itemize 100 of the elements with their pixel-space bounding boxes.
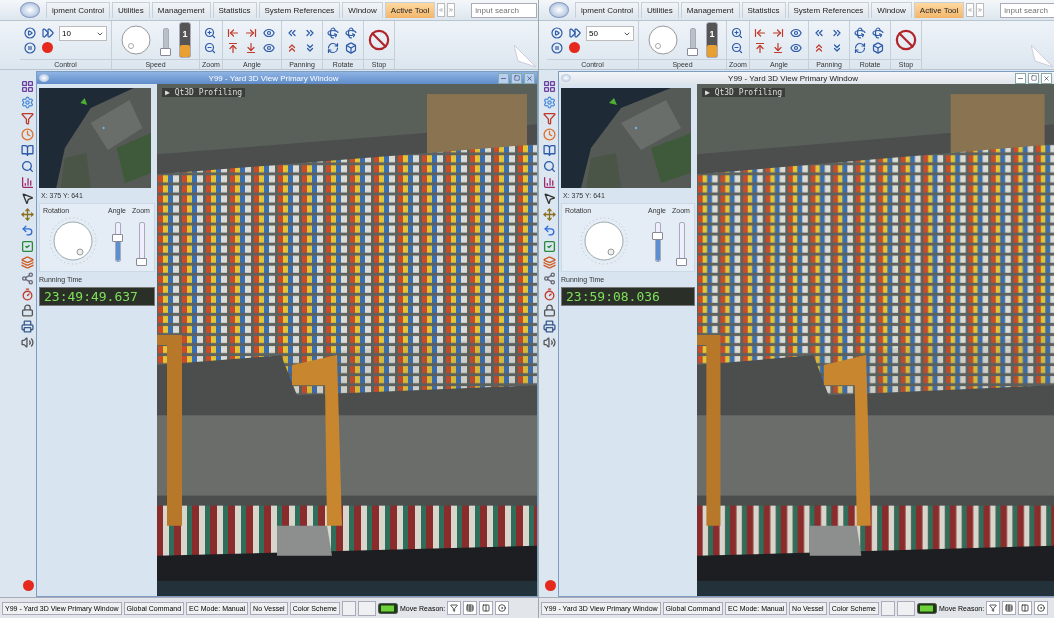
menu-tab[interactable]: Utilities xyxy=(112,2,150,18)
menu-tab[interactable]: Statistics xyxy=(212,2,257,18)
close-button[interactable] xyxy=(524,72,535,84)
speed-select[interactable]: 50 xyxy=(586,26,634,41)
lock-icon[interactable] xyxy=(21,304,34,317)
search-field[interactable]: input search xyxy=(1000,2,1054,18)
record-icon[interactable] xyxy=(569,41,580,53)
eye-icon[interactable] xyxy=(790,26,802,39)
stop-icon[interactable] xyxy=(368,29,390,51)
arrow-right-icon[interactable] xyxy=(245,26,257,39)
filter-button[interactable] xyxy=(447,601,462,615)
timer-icon[interactable] xyxy=(543,288,556,301)
filter-icon[interactable] xyxy=(543,112,556,125)
layers-icon[interactable] xyxy=(21,256,34,269)
menu-tab[interactable]: Active Tool xyxy=(384,2,436,18)
slider-thumb[interactable] xyxy=(111,234,123,242)
clock-icon[interactable] xyxy=(21,128,34,141)
menu-tab[interactable]: ipment Control xyxy=(46,2,111,18)
menu-tab[interactable]: Statistics xyxy=(741,2,786,18)
printer-icon[interactable] xyxy=(543,320,556,333)
check-icon[interactable] xyxy=(543,240,556,253)
slider-thumb[interactable] xyxy=(651,232,663,240)
minimize-button[interactable] xyxy=(498,72,509,84)
cube-icon[interactable] xyxy=(872,41,884,54)
close-button[interactable] xyxy=(1041,72,1052,84)
arrow-left-icon[interactable] xyxy=(227,26,239,39)
bar-chart-icon[interactable] xyxy=(543,176,556,189)
rotate-3d-icon[interactable] xyxy=(345,26,357,39)
chevrons-down-icon[interactable] xyxy=(304,41,316,54)
menu-tab[interactable]: Window xyxy=(342,2,383,18)
minimize-button[interactable] xyxy=(1015,72,1026,84)
layers-icon[interactable] xyxy=(543,256,556,269)
menu-tab[interactable]: Utilities xyxy=(641,2,679,18)
search-icon[interactable] xyxy=(543,160,556,173)
pause-icon[interactable] xyxy=(551,41,563,54)
profiling-overlay[interactable]: ▶ Qt3D Profiling xyxy=(162,88,246,97)
undo-icon[interactable] xyxy=(21,224,34,237)
slider-thumb[interactable] xyxy=(135,258,147,266)
profiling-overlay[interactable]: ▶ Qt3D Profiling xyxy=(702,88,786,97)
pause-icon[interactable] xyxy=(24,41,36,54)
slider-thumb[interactable] xyxy=(160,48,171,56)
table-button[interactable] xyxy=(463,601,478,615)
arrow-up-icon[interactable] xyxy=(754,41,766,54)
status-dot-icon[interactable] xyxy=(23,580,34,591)
chevrons-down-icon[interactable] xyxy=(831,41,843,54)
arrow-down-icon[interactable] xyxy=(245,41,257,54)
grid-icon[interactable] xyxy=(543,80,556,93)
undo-icon[interactable] xyxy=(543,224,556,237)
book-icon[interactable] xyxy=(543,144,556,157)
eye-icon[interactable] xyxy=(790,41,802,54)
eye-icon[interactable] xyxy=(263,41,275,54)
speaker-icon[interactable] xyxy=(543,336,556,349)
record-icon[interactable] xyxy=(42,41,53,53)
printer-icon[interactable] xyxy=(21,320,34,333)
slider-thumb[interactable] xyxy=(675,258,687,266)
columns-button[interactable] xyxy=(479,601,494,615)
bar-chart-icon[interactable] xyxy=(21,176,34,189)
zoom-in-icon[interactable] xyxy=(731,26,743,39)
filter-icon[interactable] xyxy=(21,112,34,125)
menu-tab[interactable]: System References xyxy=(787,2,870,18)
pointer-icon[interactable] xyxy=(543,192,556,205)
share-icon[interactable] xyxy=(21,272,34,285)
rotate-3d-icon[interactable] xyxy=(854,26,866,39)
dot-button[interactable] xyxy=(495,601,510,615)
lock-icon[interactable] xyxy=(543,304,556,317)
arrow-right-icon[interactable] xyxy=(772,26,784,39)
search-field[interactable]: input search xyxy=(471,2,538,18)
settings-icon[interactable] xyxy=(21,96,34,109)
play-icon[interactable] xyxy=(551,26,563,39)
arrow-down-icon[interactable] xyxy=(772,41,784,54)
rotate-3d-icon[interactable] xyxy=(872,26,884,39)
rotate-icon[interactable] xyxy=(327,41,339,54)
zoom-out-icon[interactable] xyxy=(731,41,743,54)
share-icon[interactable] xyxy=(543,272,556,285)
status-dot-icon[interactable] xyxy=(545,580,556,591)
pointer-icon[interactable] xyxy=(21,192,34,205)
cube-icon[interactable] xyxy=(345,41,357,54)
move-icon[interactable] xyxy=(21,208,34,221)
speaker-icon[interactable] xyxy=(21,336,34,349)
move-icon[interactable] xyxy=(543,208,556,221)
arrow-left-icon[interactable] xyxy=(754,26,766,39)
grid-icon[interactable] xyxy=(21,80,34,93)
fast-forward-icon[interactable] xyxy=(569,26,581,39)
filter-button[interactable] xyxy=(986,601,1001,615)
zoom-in-icon[interactable] xyxy=(204,26,216,39)
settings-icon[interactable] xyxy=(543,96,556,109)
check-icon[interactable] xyxy=(21,240,34,253)
table-button[interactable] xyxy=(1002,601,1017,615)
zoom-out-icon[interactable] xyxy=(204,41,216,54)
timer-icon[interactable] xyxy=(21,288,34,301)
slider-thumb[interactable] xyxy=(687,48,698,56)
stop-icon[interactable] xyxy=(895,29,917,51)
menu-tab[interactable]: Management xyxy=(151,2,211,18)
rotate-3d-icon[interactable] xyxy=(327,26,339,39)
clock-icon[interactable] xyxy=(543,128,556,141)
play-icon[interactable] xyxy=(24,26,36,39)
menu-tab[interactable]: Management xyxy=(680,2,740,18)
columns-button[interactable] xyxy=(1018,601,1033,615)
book-icon[interactable] xyxy=(21,144,34,157)
rotate-icon[interactable] xyxy=(854,41,866,54)
